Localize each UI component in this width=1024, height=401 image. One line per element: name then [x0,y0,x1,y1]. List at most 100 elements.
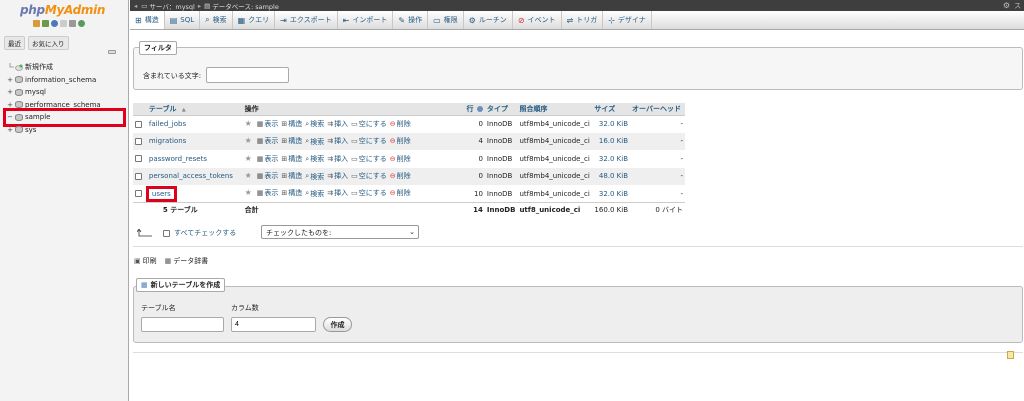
tab-events[interactable]: ⊘ イベント [513,11,562,29]
tree-item-sys[interactable]: + sys [6,124,126,137]
drop-action[interactable]: ⊖ 削除 [390,119,411,129]
search-action[interactable]: ⌕ 検索 [305,154,324,164]
header-overhead[interactable]: オーバーヘッド [630,103,685,116]
header-size[interactable]: サイズ [592,103,631,116]
search-action[interactable]: ⌕ 検索 [305,137,324,147]
tab-structure[interactable]: ⊞ 構造 [130,11,165,29]
expand-icon[interactable]: + [6,101,14,109]
browse-action[interactable]: ▦ 表示 [257,136,279,146]
logout-icon[interactable] [42,20,49,27]
home-icon[interactable] [33,20,40,27]
empty-action[interactable]: ▭ 空にする [351,136,387,146]
search-action[interactable]: ⌕ 検索 [305,189,324,199]
tree-item-sample[interactable]: − sample [3,108,126,127]
browse-action[interactable]: ▦ 表示 [257,119,279,129]
tree-item-information-schema[interactable]: + information_schema [6,74,126,87]
insert-action[interactable]: ⇉ 挿入 [327,154,348,164]
row-checkbox[interactable] [135,120,142,128]
insert-action[interactable]: ⇉ 挿入 [327,171,348,181]
search-action[interactable]: ⌕ 検索 [305,119,324,129]
tab-favorites[interactable]: お気に入り [28,36,69,50]
data-dictionary-link[interactable]: ▦ データ辞書 [165,256,209,266]
breadcrumb-server[interactable]: サーバ：mysql [149,1,194,11]
structure-action[interactable]: ⊞ 構造 [281,154,302,164]
drop-action[interactable]: ⊖ 削除 [390,136,411,146]
empty-action[interactable]: ▭ 空にする [351,154,387,164]
structure-action[interactable]: ⊞ 構造 [281,136,302,146]
console-icon[interactable] [1007,351,1014,359]
header-type[interactable]: タイプ [484,103,518,116]
tab-designer[interactable]: ⊹ デザイナ [603,11,652,29]
row-size[interactable]: 16.0 KiB [592,132,631,150]
browse-action[interactable]: ▦ 表示 [257,188,279,198]
row-size[interactable]: 32.0 KiB [592,185,631,203]
header-rows[interactable]: 行 [461,103,485,116]
header-collation[interactable]: 照合順序 [517,103,593,116]
search-action[interactable]: ⌕ 検索 [305,172,324,182]
row-checkbox[interactable] [135,155,142,163]
tree-item-mysql[interactable]: + mysql [6,86,126,99]
columns-input[interactable] [231,317,316,332]
insert-action[interactable]: ⇉ 挿入 [327,136,348,146]
expand-icon[interactable]: + [6,76,14,84]
favorite-star-icon[interactable]: ★ [245,119,252,128]
expand-icon[interactable]: + [6,126,14,134]
row-checkbox[interactable] [135,137,142,145]
tab-triggers[interactable]: ⇌ トリガ [562,11,604,29]
tab-query[interactable]: ▦ クエリ [233,11,276,29]
table-name-link[interactable]: migrations [149,137,186,145]
structure-action[interactable]: ⊞ 構造 [281,119,302,129]
tab-search[interactable]: ⌕ 検索 [200,11,233,29]
docs-icon[interactable] [60,20,67,27]
browse-action[interactable]: ▦ 表示 [257,154,279,164]
gear-icon[interactable]: ⚙ [1003,1,1010,10]
breadcrumb-back-icon[interactable]: ◂ [134,2,137,10]
favorite-star-icon[interactable]: ★ [245,154,252,163]
tab-export[interactable]: ⇥ エクスポート [275,11,338,29]
structure-action[interactable]: ⊞ 構造 [281,188,302,198]
tab-privileges[interactable]: ▭ 権限 [428,11,464,29]
empty-action[interactable]: ▭ 空にする [351,171,387,181]
reload-icon[interactable] [78,20,85,27]
tab-sql[interactable]: ▤ SQL [165,11,201,29]
link-icon[interactable] [108,50,116,54]
print-link[interactable]: ▣ 印刷 [134,256,157,266]
help-icon[interactable] [51,20,58,27]
insert-action[interactable]: ⇉ 挿入 [327,119,348,129]
tab-recent[interactable]: 最近 [4,36,25,50]
table-name-link[interactable]: users [145,185,177,202]
favorite-star-icon[interactable]: ★ [245,171,252,180]
help-icon[interactable] [476,105,483,112]
favorite-star-icon[interactable]: ★ [245,136,252,145]
structure-action[interactable]: ⊞ 構造 [281,171,302,181]
table-name-link[interactable]: failed_jobs [149,120,186,128]
browse-action[interactable]: ▦ 表示 [257,171,279,181]
row-checkbox[interactable] [135,172,142,180]
row-size[interactable]: 32.0 KiB [592,115,631,133]
filter-input[interactable] [206,67,289,83]
settings-icon[interactable] [69,20,76,27]
check-all-label[interactable]: すべてチェックする [174,228,236,238]
insert-action[interactable]: ⇉ 挿入 [327,188,348,198]
breadcrumb-database[interactable]: データベース: sample [212,1,279,11]
empty-action[interactable]: ▭ 空にする [351,119,387,129]
drop-action[interactable]: ⊖ 削除 [390,171,411,181]
table-name-link[interactable]: personal_access_tokens [149,172,233,180]
phpmyadmin-logo[interactable]: phpMyAdmin [20,3,105,17]
row-size[interactable]: 48.0 KiB [592,167,631,185]
table-name-link[interactable]: password_resets [149,155,207,163]
tree-item-performance-schema[interactable]: + performance_schema [6,99,126,112]
collapse-icon[interactable]: − [6,113,14,121]
header-table[interactable]: テーブル ▲ [146,103,243,116]
tree-item-new[interactable]: 新規作成 [6,61,126,74]
tab-import[interactable]: ⇤ インポート [338,11,394,29]
row-size[interactable]: 32.0 KiB [592,150,631,168]
expand-icon[interactable]: + [6,88,14,96]
with-selected-select[interactable]: チェックしたものを: ⌄ [261,225,419,239]
table-name-input[interactable] [141,317,224,332]
empty-action[interactable]: ▭ 空にする [351,188,387,198]
create-button[interactable]: 作成 [323,317,352,332]
row-checkbox[interactable] [135,190,142,197]
drop-action[interactable]: ⊖ 削除 [390,154,411,164]
favorite-star-icon[interactable]: ★ [245,188,252,197]
